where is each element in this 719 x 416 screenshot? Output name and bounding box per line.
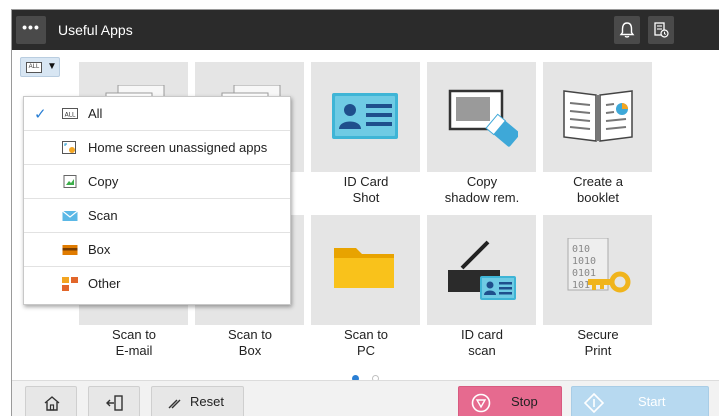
start-icon [584, 393, 604, 413]
app-label-scan-to-pc: Scan to PC [343, 327, 389, 358]
app-tile-secure-print[interactable]: 010 1010 0101 101 [543, 215, 652, 325]
dropdown-item-label: All [88, 106, 103, 121]
app-tile-copy-shadow-removal[interactable] [427, 62, 536, 172]
dropdown-item-unassigned[interactable]: Home screen unassigned apps [24, 131, 290, 165]
start-button[interactable]: Start [571, 386, 709, 416]
checkmark-icon: ✓ [34, 106, 47, 123]
stop-icon [471, 393, 491, 413]
notification-button[interactable] [614, 16, 640, 44]
dropdown-item-label: Box [88, 242, 111, 257]
menu-button[interactable]: ••• [16, 16, 46, 44]
dropdown-item-box[interactable]: Box [24, 233, 290, 267]
dropdown-item-all[interactable]: ✓ ALL All [24, 97, 290, 131]
home-button[interactable] [25, 386, 77, 416]
all-icon: ALL [26, 62, 42, 73]
reset-button[interactable]: Reset [151, 386, 244, 416]
id-card-icon [332, 93, 398, 139]
folder-icon [334, 248, 394, 288]
category-filter-button[interactable]: ALL ▼ [20, 57, 60, 77]
apps-area: ALL ▼ ID Card Shot Copy shadow rem. Crea… [12, 50, 719, 382]
box-icon [62, 243, 78, 257]
app-tile-id-card-shot[interactable] [311, 62, 420, 172]
booklet-icon [563, 90, 633, 142]
unassigned-apps-icon [62, 141, 78, 155]
title-bar: ••• Useful Apps [12, 10, 719, 50]
logout-icon [106, 395, 123, 411]
reset-icon [168, 399, 181, 409]
svg-text:ALL: ALL [65, 112, 76, 119]
scanner-id-card-icon [448, 240, 516, 300]
dropdown-item-scan[interactable]: Scan [24, 199, 290, 233]
shadow-eraser-icon [448, 89, 518, 147]
bottom-bar: Reset Stop Start [12, 380, 719, 416]
job-status-button[interactable] [648, 16, 674, 44]
svg-text:010: 010 [572, 244, 590, 255]
other-icon [62, 277, 78, 291]
app-label-id-card-scan: ID card scan [461, 327, 503, 358]
app-label-id-card-shot: ID Card Shot [343, 174, 389, 205]
app-label-scan-to-box: Scan to Box [227, 327, 273, 358]
svg-text:1010: 1010 [572, 256, 596, 267]
dropdown-item-label: Other [88, 276, 121, 291]
svg-text:101: 101 [572, 280, 590, 291]
app-label-secure-print: Secure Print [577, 327, 619, 358]
app-frame: ••• Useful Apps ALL ▼ ID Card Shot Copy … [11, 9, 719, 416]
scan-icon [62, 209, 78, 223]
svg-text:0101: 0101 [572, 268, 596, 279]
app-label-scan-to-email: Scan to E-mail [111, 327, 157, 358]
category-dropdown: ✓ ALL All Home screen unassigned apps Co… [23, 96, 291, 305]
dropdown-item-other[interactable]: Other [24, 267, 290, 301]
page-title: Useful Apps [58, 22, 133, 38]
logout-button[interactable] [88, 386, 140, 416]
dropdown-item-label: Copy [88, 174, 119, 189]
stop-button[interactable]: Stop [458, 386, 562, 416]
app-label-create-booklet: Create a booklet [573, 174, 623, 205]
dropdown-item-copy[interactable]: Copy [24, 165, 290, 199]
dropdown-item-label: Scan [88, 208, 118, 223]
reset-label: Reset [190, 394, 224, 409]
app-label-copy-shadow-removal: Copy shadow rem. [444, 174, 520, 205]
secure-key-icon: 010 1010 0101 101 [567, 238, 631, 293]
home-icon [44, 396, 60, 411]
stop-label: Stop [511, 394, 538, 409]
chevron-down-icon: ▼ [47, 61, 57, 72]
job-list-icon [654, 22, 669, 38]
app-tile-id-card-scan[interactable] [427, 215, 536, 325]
app-tile-scan-to-pc[interactable] [311, 215, 420, 325]
all-icon: ALL [62, 107, 78, 121]
dropdown-item-label: Home screen unassigned apps [88, 140, 268, 155]
app-tile-create-booklet[interactable] [543, 62, 652, 172]
copy-icon [62, 175, 78, 189]
bell-icon [619, 22, 635, 38]
start-label: Start [638, 394, 666, 409]
